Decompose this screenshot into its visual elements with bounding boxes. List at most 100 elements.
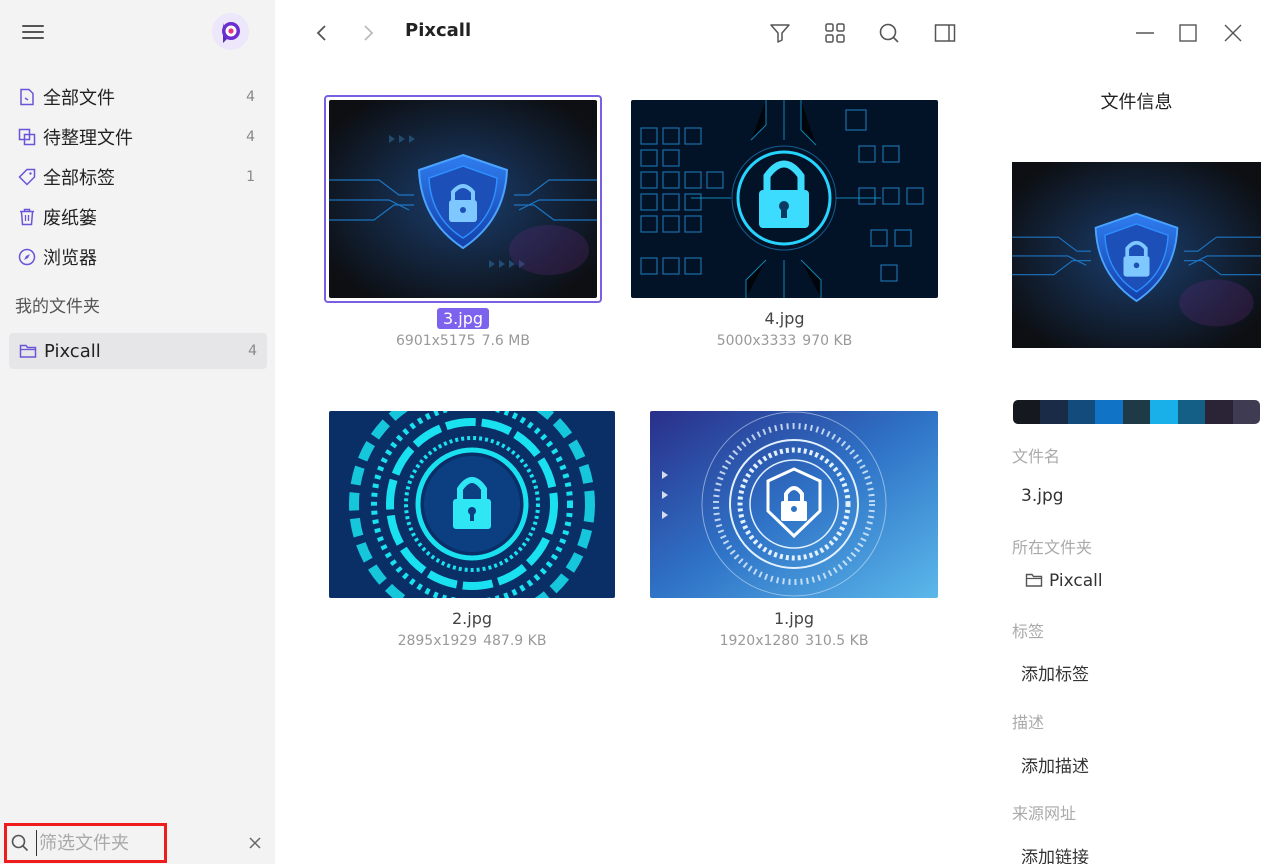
description-label: 描述 <box>1012 713 1045 732</box>
app-logo-icon[interactable] <box>212 13 249 50</box>
add-link-button[interactable]: 添加链接 <box>1021 843 1089 864</box>
folder-value-text: Pixcall <box>1049 571 1103 591</box>
folder-filter-input[interactable] <box>36 830 161 856</box>
add-description-button[interactable]: 添加描述 <box>1021 752 1089 777</box>
filter-icon <box>770 24 790 43</box>
minimize-button[interactable] <box>1132 20 1158 46</box>
sidebar-item-label: 废纸篓 <box>43 208 97 229</box>
file-caption: 4.jpg 5000x3333 970 KB <box>631 308 938 349</box>
palette-swatch[interactable] <box>1205 400 1233 424</box>
file-size: 7.6 MB <box>481 333 530 349</box>
maximize-icon <box>1179 24 1197 42</box>
palette-swatch[interactable] <box>1150 400 1178 424</box>
thumbnail-frame[interactable] <box>631 100 938 298</box>
sidebar-item-label: 浏览器 <box>43 248 97 269</box>
file-card[interactable]: 3.jpg 6901x5175 7.6 MB <box>324 95 602 355</box>
folder-value[interactable]: Pixcall <box>1025 571 1103 593</box>
sidebar-header <box>0 0 275 66</box>
file-name[interactable]: 2.jpg <box>446 608 498 629</box>
close-icon <box>1224 24 1242 42</box>
source-url-label: 来源网址 <box>1012 804 1077 823</box>
page-title: Pixcall <box>405 20 472 41</box>
filename-value[interactable]: 3.jpg <box>1021 486 1064 506</box>
forward-button[interactable] <box>355 20 381 46</box>
sidebar-item-label: 全部标签 <box>43 168 115 189</box>
thumbnail-image <box>631 100 938 298</box>
compass-icon <box>18 248 36 266</box>
file-dimensions: 2895x1929 <box>397 633 478 649</box>
maximize-button[interactable] <box>1175 20 1201 46</box>
grid-view-button[interactable] <box>822 20 848 46</box>
file-info-panel: 文件信息 文件名 3.jpg 所在文件夹 Pixcall 标签 添加标签 描述 … <box>995 66 1280 864</box>
thumbnail-frame[interactable] <box>329 411 615 598</box>
sidebar-item-unsorted[interactable]: 待整理文件 4 <box>0 117 275 157</box>
file-size: 970 KB <box>802 333 853 349</box>
sidebar-item-label: 全部文件 <box>43 88 115 109</box>
file-grid: 3.jpg 6901x5175 7.6 MB 4.jpg 5000x3333 9… <box>275 66 995 864</box>
back-button[interactable] <box>309 20 335 46</box>
file-meta: 1920x1280 310.5 KB <box>650 633 938 649</box>
count-badge: 4 <box>246 89 255 105</box>
close-window-button[interactable] <box>1220 20 1246 46</box>
thumbnail-frame[interactable] <box>650 411 938 598</box>
count-badge: 4 <box>248 343 257 359</box>
sidebar-nav: 全部文件 4 待整理文件 4 全部标签 1 废纸篓 浏览器 <box>0 77 275 277</box>
folder-icon <box>19 342 37 360</box>
palette-swatch[interactable] <box>1177 400 1206 424</box>
thumbnail-image <box>329 411 615 598</box>
filter-button[interactable] <box>767 20 793 46</box>
trash-icon <box>18 208 36 226</box>
add-tag-button[interactable]: 添加标签 <box>1021 660 1089 685</box>
file-name[interactable]: 4.jpg <box>758 308 810 329</box>
search-icon <box>11 834 29 856</box>
preview-image <box>1012 162 1261 348</box>
grid-icon <box>825 23 845 43</box>
file-dimensions: 6901x5175 <box>396 333 476 349</box>
search-button[interactable] <box>876 20 902 46</box>
palette-swatch[interactable] <box>1067 400 1096 424</box>
palette-swatch[interactable] <box>1122 400 1151 424</box>
file-card[interactable]: 2.jpg 2895x1929 487.9 KB <box>329 411 615 655</box>
minimize-icon <box>1136 32 1154 34</box>
file-meta: 5000x3333 970 KB <box>631 333 938 349</box>
sidebar-item-all-tags[interactable]: 全部标签 1 <box>0 157 275 197</box>
sidebar-folder-pixcall[interactable]: Pixcall 4 <box>9 333 267 369</box>
sidebar-right-icon <box>934 24 956 42</box>
tags-label: 标签 <box>1012 622 1045 641</box>
palette-swatch[interactable] <box>1013 400 1041 424</box>
palette-swatch[interactable] <box>1040 400 1068 424</box>
close-icon[interactable] <box>247 835 263 855</box>
file-name[interactable]: 1.jpg <box>768 608 820 629</box>
search-icon <box>879 23 899 43</box>
thumbnail-image <box>650 411 938 598</box>
toggle-panel-button[interactable] <box>932 20 958 46</box>
chevron-left-icon <box>316 25 326 41</box>
tag-icon <box>18 168 36 186</box>
file-card[interactable]: 4.jpg 5000x3333 970 KB <box>631 100 938 355</box>
file-name[interactable]: 3.jpg <box>436 308 490 329</box>
file-meta: 2895x1929 487.9 KB <box>329 633 615 649</box>
sidebar-item-browser[interactable]: 浏览器 <box>0 237 275 277</box>
sidebar-item-trash[interactable]: 废纸篓 <box>0 197 275 237</box>
thumbnail-frame[interactable] <box>324 95 602 303</box>
count-badge: 4 <box>246 129 255 145</box>
file-size: 310.5 KB <box>805 633 869 649</box>
file-icon <box>18 88 36 106</box>
info-panel-title: 文件信息 <box>1100 92 1173 113</box>
palette-swatch[interactable] <box>1095 400 1123 424</box>
file-meta: 6901x5175 7.6 MB <box>324 333 602 349</box>
folder-icon <box>1025 572 1043 593</box>
file-caption: 2.jpg 2895x1929 487.9 KB <box>329 608 615 649</box>
toolbar: Pixcall <box>275 0 1280 66</box>
file-card[interactable]: 1.jpg 1920x1280 310.5 KB <box>650 411 938 655</box>
folder-label: Pixcall <box>44 340 101 362</box>
sidebar: 全部文件 4 待整理文件 4 全部标签 1 废纸篓 浏览器 我的文件夹 Pixc… <box>0 0 275 864</box>
folder-filter <box>0 822 275 864</box>
copy-icon <box>18 128 36 146</box>
menu-icon[interactable] <box>22 22 44 44</box>
sidebar-item-label: 待整理文件 <box>43 128 133 149</box>
file-size: 487.9 KB <box>483 633 547 649</box>
thumbnail-image <box>329 100 597 298</box>
sidebar-item-all-files[interactable]: 全部文件 4 <box>0 77 275 117</box>
palette-swatch[interactable] <box>1232 400 1260 424</box>
